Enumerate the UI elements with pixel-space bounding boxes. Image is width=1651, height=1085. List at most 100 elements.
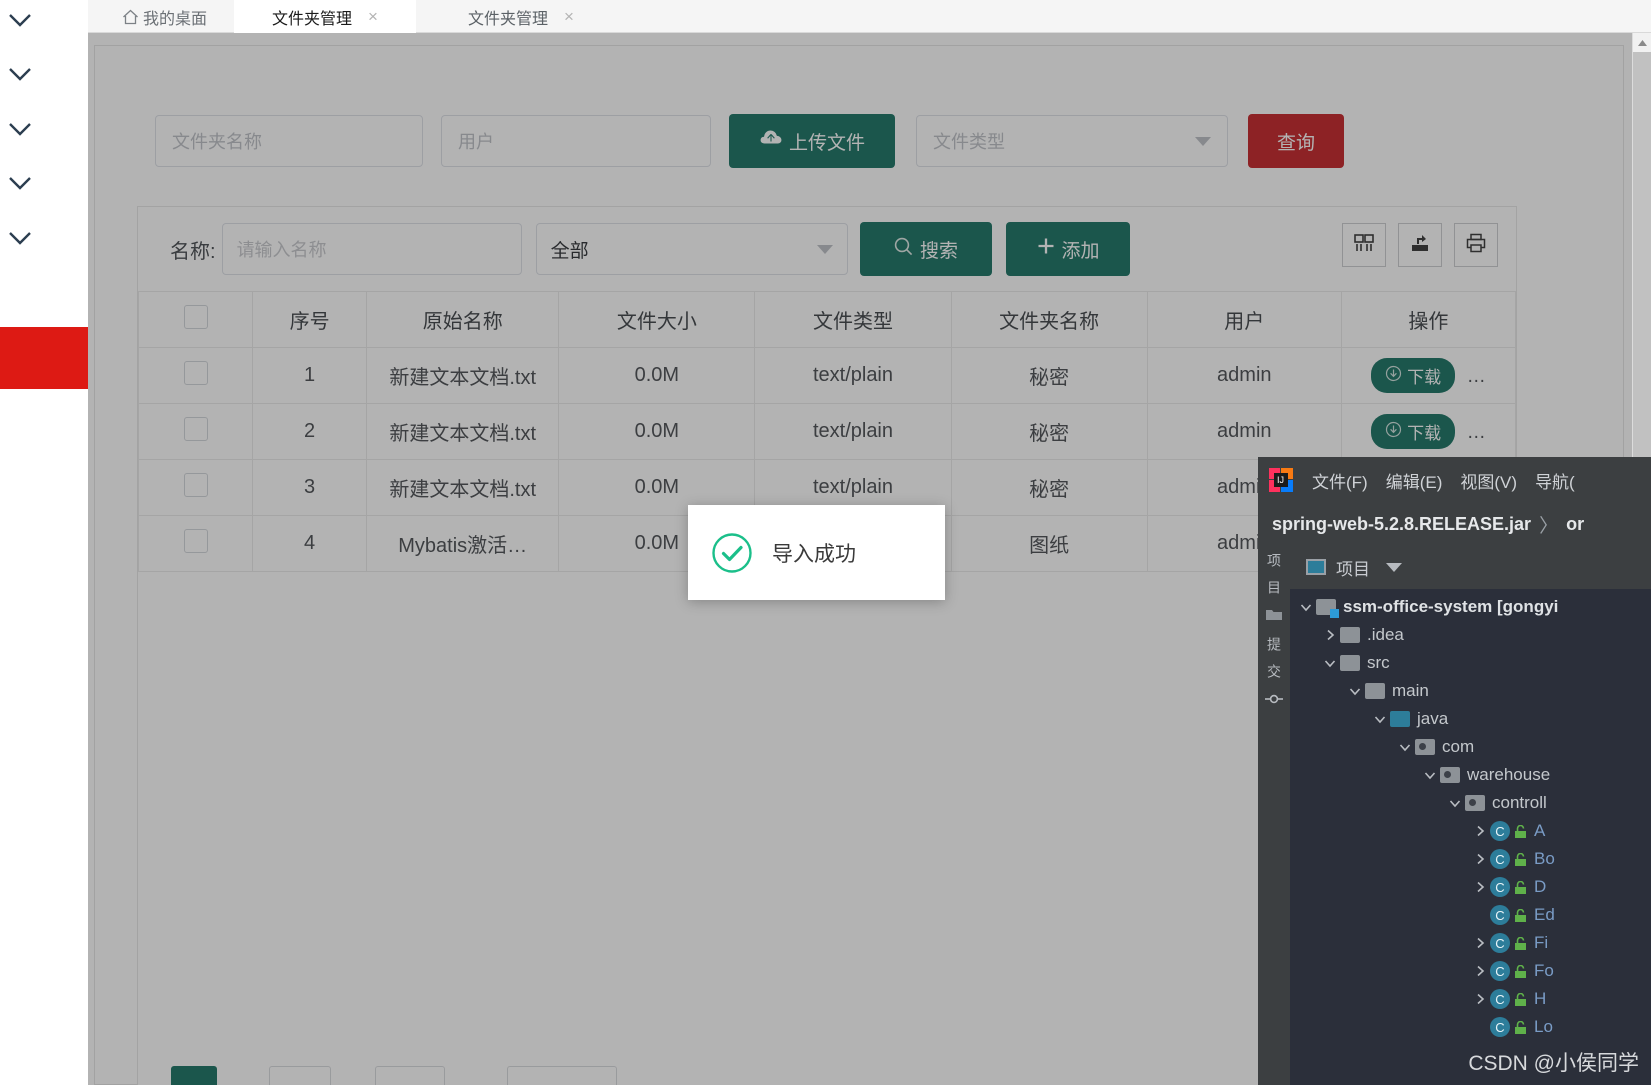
chevron-down-icon[interactable] [1445, 799, 1465, 808]
tree-node-com[interactable]: com [1290, 733, 1651, 761]
sidebar-chevron-5[interactable] [4, 226, 36, 250]
intellij-idea-window[interactable]: IJ 文件(F) 编辑(E) 视图(V) 导航( spring-web-5.2.… [1258, 457, 1651, 1085]
tree-node-class[interactable]: C D [1290, 873, 1651, 901]
search-name-input[interactable]: 请输入名称 [221, 223, 522, 275]
rail-label-project-2[interactable]: 目 [1264, 580, 1284, 595]
user-input[interactable]: 用户 [441, 115, 711, 167]
header-file-size[interactable]: 文件大小 [558, 291, 756, 348]
chevron-down-icon[interactable] [1345, 687, 1365, 696]
table-row[interactable]: 2 新建文本文档.txt 0.0M text/plain 秘密 admin 下载… [137, 403, 1517, 460]
download-button[interactable]: 下载 [1371, 414, 1456, 449]
page-button-current[interactable] [171, 1066, 217, 1085]
checkbox-icon[interactable] [183, 416, 208, 441]
columns-icon-button[interactable] [1342, 223, 1386, 267]
row-checkbox-cell[interactable] [137, 403, 254, 460]
tree-node-class[interactable]: C Fo [1290, 957, 1651, 985]
row-checkbox-cell[interactable] [137, 459, 254, 516]
checkbox-icon[interactable] [183, 472, 208, 497]
header-index[interactable]: 序号 [252, 291, 368, 348]
row-name-link[interactable]: 新建文本文档.txt [366, 459, 560, 516]
query-button[interactable]: 查询 [1248, 114, 1344, 168]
chevron-down-icon[interactable] [1320, 659, 1340, 668]
rail-label-commit-2[interactable]: 交 [1264, 664, 1284, 679]
tree-node-warehouse[interactable]: warehouse [1290, 761, 1651, 789]
chevron-down-icon[interactable] [1395, 743, 1415, 752]
page-size-select[interactable] [269, 1066, 331, 1085]
chevron-right-icon[interactable] [1470, 965, 1490, 977]
header-actions[interactable]: 操作 [1340, 291, 1517, 348]
chevron-down-icon[interactable] [1420, 771, 1440, 780]
ide-menu-edit[interactable]: 编辑(E) [1386, 468, 1443, 493]
tree-node-ssm-office-system[interactable]: ssm-office-system [gongyi [1290, 593, 1651, 621]
tab-folder-management-2[interactable]: 文件夹管理 × [436, 0, 606, 33]
sidebar-chevron-1[interactable] [4, 8, 36, 32]
header-file-type[interactable]: 文件类型 [754, 291, 952, 348]
checkbox-icon[interactable] [183, 360, 208, 385]
export-icon-button[interactable] [1398, 223, 1442, 267]
folder-icon[interactable] [1265, 607, 1283, 625]
row-actions[interactable]: 下载 … [1340, 347, 1517, 404]
ide-menu-navigate[interactable]: 导航( [1535, 468, 1575, 493]
close-icon[interactable]: × [368, 7, 378, 27]
more-actions-icon[interactable]: … [1467, 366, 1486, 387]
print-icon-button[interactable] [1454, 223, 1498, 267]
close-icon[interactable]: × [564, 7, 574, 27]
row-checkbox-cell[interactable] [137, 515, 254, 572]
checkbox-icon[interactable] [183, 304, 208, 329]
checkbox-icon[interactable] [183, 528, 208, 553]
chevron-right-icon[interactable] [1470, 881, 1490, 893]
type-filter-select[interactable]: 全部 [535, 223, 848, 275]
add-button[interactable]: 添加 [1005, 222, 1130, 276]
more-actions-icon[interactable]: … [1467, 422, 1486, 443]
tree-node-class[interactable]: C Ed [1290, 901, 1651, 929]
search-button[interactable]: 搜索 [859, 222, 992, 276]
sidebar-chevron-2[interactable] [4, 62, 36, 86]
commit-icon[interactable] [1265, 691, 1283, 709]
ide-menu-view[interactable]: 视图(V) [1460, 468, 1517, 493]
rail-label-project[interactable]: 项 [1264, 553, 1284, 568]
upload-file-button[interactable]: 上传文件 [729, 114, 895, 168]
header-original-name[interactable]: 原始名称 [366, 291, 560, 348]
tree-node-class[interactable]: C Fi [1290, 929, 1651, 957]
sidebar-active-indicator[interactable] [0, 327, 88, 389]
breadcrumb-root[interactable]: spring-web-5.2.8.RELEASE.jar [1272, 514, 1531, 535]
rail-label-commit[interactable]: 提 [1264, 637, 1284, 652]
tree-node-controller[interactable]: controll [1290, 789, 1651, 817]
tree-node-main[interactable]: main [1290, 677, 1651, 705]
row-checkbox-cell[interactable] [137, 347, 254, 404]
row-actions[interactable]: 下载 … [1340, 403, 1517, 460]
chevron-down-icon[interactable] [1370, 715, 1390, 724]
chevron-right-icon[interactable] [1470, 937, 1490, 949]
project-pane-header[interactable]: 项目 [1290, 545, 1651, 589]
breadcrumb-tail[interactable]: or [1566, 514, 1584, 535]
tab-folder-management-1[interactable]: 文件夹管理 × [234, 0, 416, 33]
table-row[interactable]: 1 新建文本文档.txt 0.0M text/plain 秘密 admin 下载… [137, 347, 1517, 404]
chevron-right-icon[interactable] [1470, 853, 1490, 865]
tree-node-src[interactable]: src [1290, 649, 1651, 677]
row-name-link[interactable]: Mybatis激活… [366, 515, 560, 572]
folder-name-input[interactable]: 文件夹名称 [155, 115, 423, 167]
chevron-right-icon[interactable] [1320, 629, 1340, 641]
sidebar-chevron-4[interactable] [4, 171, 36, 195]
tree-node-class[interactable]: C Bo [1290, 845, 1651, 873]
row-name-link[interactable]: 新建文本文档.txt [366, 403, 560, 460]
header-select-all[interactable] [137, 291, 254, 348]
tree-node-class[interactable]: C A [1290, 817, 1651, 845]
caret-down-icon[interactable] [1386, 562, 1402, 572]
chevron-down-icon[interactable] [1296, 603, 1316, 612]
chevron-right-icon[interactable] [1470, 993, 1490, 1005]
scroll-up-icon[interactable] [1633, 33, 1651, 52]
header-user[interactable]: 用户 [1146, 291, 1342, 348]
tree-node-class[interactable]: C H [1290, 985, 1651, 1013]
chevron-right-icon[interactable] [1470, 825, 1490, 837]
tree-node-idea[interactable]: .idea [1290, 621, 1651, 649]
download-button[interactable]: 下载 [1371, 358, 1456, 393]
file-type-select[interactable]: 文件类型 [916, 115, 1228, 167]
header-folder-name[interactable]: 文件夹名称 [950, 291, 1148, 348]
tree-node-java[interactable]: java [1290, 705, 1651, 733]
row-name-link[interactable]: 新建文本文档.txt [366, 347, 560, 404]
sidebar-chevron-3[interactable] [4, 117, 36, 141]
ide-menu-file[interactable]: 文件(F) [1312, 468, 1368, 493]
tab-my-desktop[interactable]: 我的桌面 [108, 0, 221, 33]
tree-node-class[interactable]: C Lo [1290, 1013, 1651, 1041]
